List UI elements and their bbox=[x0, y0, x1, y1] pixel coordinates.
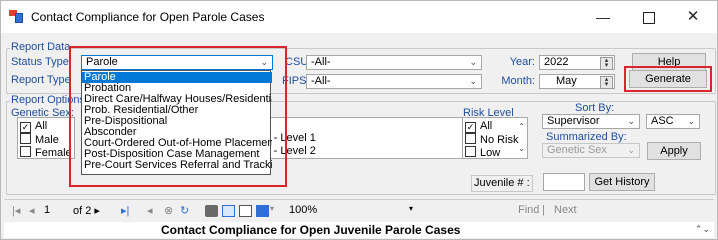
print-layout-icon[interactable] bbox=[222, 205, 235, 217]
previous-page-icon[interactable]: ◂ bbox=[29, 204, 35, 217]
window-title: Contact Compliance for Open Parole Cases bbox=[31, 10, 265, 24]
chevron-down-icon: ⌄ bbox=[469, 76, 477, 86]
find-separator: | bbox=[542, 204, 545, 216]
genetic-sex-item-male[interactable]: Male bbox=[20, 133, 60, 146]
maximize-button[interactable] bbox=[627, 5, 671, 29]
genetic-sex-item-female[interactable]: Female bbox=[20, 146, 72, 158]
maximize-icon bbox=[643, 12, 655, 25]
minimize-button[interactable]: — bbox=[581, 5, 625, 29]
sort-order-value: ASC bbox=[651, 115, 674, 127]
month-value: May bbox=[556, 75, 577, 87]
year-spinner[interactable]: 2022 ▴ ▾ bbox=[539, 55, 615, 70]
juvenile-label: Juvenile # : bbox=[471, 175, 533, 192]
sort-by-label: Sort By: bbox=[575, 102, 615, 114]
report-viewer-toolbar: |◂ ◂ 1 of 2 ▸ ▸| ◂ ⊗ ↻ ▾ 100% ▾ Find | N… bbox=[4, 199, 714, 223]
checkbox-icon[interactable] bbox=[20, 133, 31, 144]
risk-item-no-risk[interactable]: No Risk bbox=[465, 133, 519, 146]
chevron-down-icon: ⌄ bbox=[687, 116, 695, 126]
genetic-sex-label-female: Female bbox=[35, 147, 72, 159]
juvenile-input[interactable] bbox=[543, 173, 585, 191]
app-icon bbox=[9, 10, 23, 23]
report-heading: Contact Compliance for Open Juvenile Par… bbox=[161, 223, 461, 237]
zoom-value[interactable]: 100% bbox=[289, 204, 317, 216]
dropdown-highlight bbox=[69, 46, 287, 187]
apply-button[interactable]: Apply bbox=[647, 142, 701, 160]
spin-updown-icon[interactable]: ▴ ▾ bbox=[600, 76, 613, 89]
zoom-chevron-icon[interactable]: ▾ bbox=[409, 204, 413, 213]
scroll-updown-icon[interactable]: ⌃⌄ bbox=[695, 224, 710, 235]
csu-value: -All- bbox=[311, 56, 331, 68]
refresh-icon[interactable]: ↻ bbox=[180, 204, 189, 217]
checkbox-checked-icon[interactable]: ✓ bbox=[465, 122, 476, 133]
year-value: 2022 bbox=[544, 56, 569, 68]
find-link[interactable]: Find bbox=[518, 204, 539, 216]
report-content-area: Contact Compliance for Open Juvenile Par… bbox=[4, 222, 714, 238]
application-window: Contact Compliance for Open Parole Cases… bbox=[0, 0, 718, 240]
genetic-sex-label-male: Male bbox=[35, 134, 59, 146]
export-chevron-icon[interactable]: ▾ bbox=[270, 204, 274, 213]
checkbox-icon[interactable] bbox=[465, 133, 476, 144]
csu-combo[interactable]: -All- ⌄ bbox=[306, 55, 482, 70]
stop-icon[interactable]: ⊗ bbox=[164, 204, 173, 217]
risk-label-all: All bbox=[480, 120, 493, 132]
sort-by-value: Supervisor bbox=[547, 115, 600, 127]
risk-level-list[interactable]: ✓ All No Risk Low ⌃ ⌄ bbox=[462, 117, 528, 159]
scroll-down-icon[interactable]: ⌄ bbox=[518, 144, 525, 153]
print-icon[interactable] bbox=[205, 205, 218, 217]
export-icon[interactable] bbox=[256, 205, 269, 217]
chevron-down-icon: ⌄ bbox=[469, 57, 477, 67]
title-bar: Contact Compliance for Open Parole Cases… bbox=[1, 1, 717, 33]
status-type-label: Status Type: bbox=[11, 56, 72, 68]
risk-item-low[interactable]: Low bbox=[465, 146, 513, 158]
risk-item-all[interactable]: ✓ All bbox=[465, 120, 513, 133]
level-item-1[interactable]: le - Level 1 bbox=[262, 132, 468, 144]
year-label: Year: bbox=[509, 56, 535, 68]
report-type-label: Report Type bbox=[11, 74, 71, 86]
fips-value: -All- bbox=[311, 75, 331, 87]
checkbox-icon[interactable] bbox=[20, 146, 31, 157]
risk-label-low: Low bbox=[480, 147, 501, 159]
scroll-up-icon[interactable]: ⌃ bbox=[518, 122, 525, 131]
fips-combo[interactable]: -All- ⌄ bbox=[306, 74, 482, 89]
checkbox-checked-icon[interactable]: ✓ bbox=[20, 122, 31, 133]
summarized-by-combo[interactable]: Genetic Sex ⌄ bbox=[542, 143, 640, 158]
current-page-field[interactable]: 1 bbox=[44, 204, 50, 216]
month-spinner[interactable]: May ▴ ▾ bbox=[539, 74, 615, 89]
level-item-2[interactable]: le - Level 2 bbox=[262, 145, 468, 157]
chevron-down-icon: ⌄ bbox=[627, 145, 635, 155]
risk-label-no-risk: No Risk bbox=[480, 134, 519, 146]
last-page-icon[interactable]: ▸| bbox=[121, 204, 129, 217]
next-link[interactable]: Next bbox=[554, 204, 577, 216]
spin-updown-icon[interactable]: ▴ ▾ bbox=[600, 57, 613, 70]
chevron-down-icon: ⌄ bbox=[627, 116, 635, 126]
page-count: of 2 ▸ bbox=[73, 205, 100, 217]
sort-by-combo[interactable]: Supervisor ⌄ bbox=[542, 114, 640, 129]
month-label: Month: bbox=[501, 75, 535, 87]
genetic-sex-label-all: All bbox=[35, 120, 48, 132]
back-icon[interactable]: ◂ bbox=[147, 204, 153, 217]
close-button[interactable]: ✕ bbox=[671, 5, 715, 29]
report-data-group-label: Report Data bbox=[10, 41, 72, 53]
generate-button[interactable]: Generate bbox=[629, 70, 707, 88]
summarized-by-value: Genetic Sex bbox=[547, 144, 607, 156]
sort-order-combo[interactable]: ASC ⌄ bbox=[646, 114, 700, 129]
checkbox-icon[interactable] bbox=[465, 146, 476, 157]
page-setup-icon[interactable] bbox=[239, 205, 252, 217]
genetic-sex-list[interactable]: ✓ All Male Female bbox=[17, 117, 75, 159]
summarized-by-label: Summarized By: bbox=[546, 131, 627, 143]
first-page-icon[interactable]: |◂ bbox=[12, 204, 20, 217]
genetic-sex-item-all[interactable]: ✓ All bbox=[20, 120, 60, 133]
get-history-button[interactable]: Get History bbox=[589, 173, 655, 191]
